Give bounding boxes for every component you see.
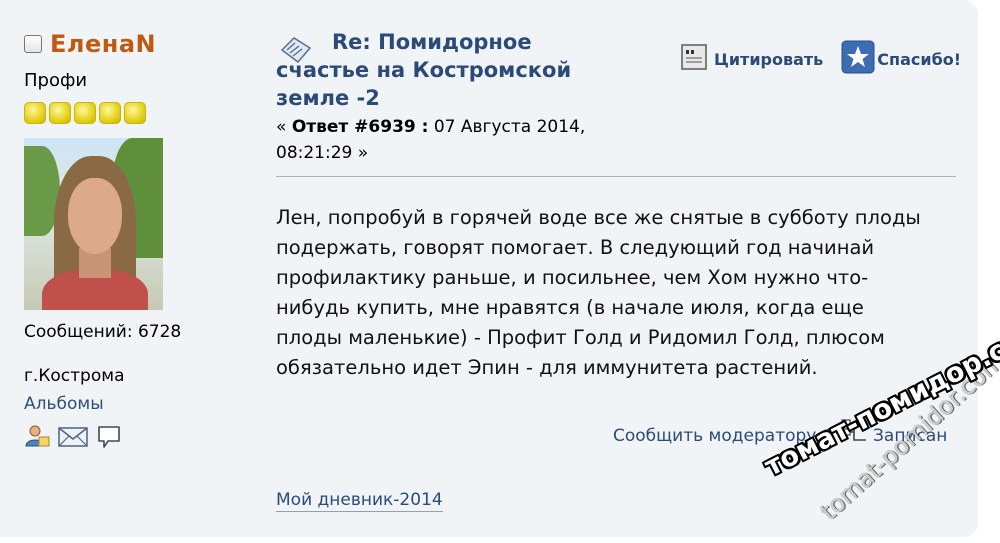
forum-post: ЕленаN Профи Сообщений: 6728 г.Кострома …: [0, 0, 978, 537]
post-subject-link[interactable]: Re: Помидорное счастье на Костромской зе…: [276, 28, 576, 112]
rank-star-icon: [74, 102, 96, 124]
quote-label: Цитировать: [714, 49, 824, 69]
username-link[interactable]: ЕленаN: [50, 30, 156, 58]
post-body: Лен, попробуй в горячей воде все же снят…: [276, 206, 921, 379]
avatar: [24, 138, 163, 310]
thanks-label: Спасибо!: [877, 49, 962, 69]
rank-stars: [24, 102, 254, 124]
email-icon[interactable]: [58, 424, 88, 448]
posts-count: Сообщений: 6728: [24, 322, 182, 342]
rank-star-icon: [99, 102, 121, 124]
star-icon: [841, 40, 875, 78]
reply-number: Ответ #6939 :: [291, 117, 429, 137]
user-location: г.Кострома: [24, 366, 125, 386]
username-row: ЕленаN: [24, 30, 254, 58]
post-actions: Цитировать Спасибо!: [680, 40, 961, 78]
poster-info: ЕленаN Профи Сообщений: 6728 г.Кострома …: [24, 30, 254, 448]
rank-star-icon: [124, 102, 146, 124]
profile-icons: [24, 424, 254, 448]
quote-button[interactable]: Цитировать: [680, 43, 823, 75]
rank-star-icon: [49, 102, 71, 124]
reply-prefix: «: [276, 117, 287, 137]
profile-icon[interactable]: [24, 424, 50, 448]
private-message-icon[interactable]: [96, 424, 122, 448]
signature-diary-link[interactable]: Мой дневник-2014: [276, 490, 443, 512]
select-post-checkbox[interactable]: [24, 35, 42, 53]
thanks-button[interactable]: Спасибо!: [841, 40, 961, 78]
quote-icon: [680, 43, 708, 75]
reply-info: « Ответ #6939 : 07 Августа 2014, 08:21:2…: [276, 114, 636, 166]
user-rank: Профи: [24, 70, 88, 91]
albums-link[interactable]: Альбомы: [24, 394, 254, 414]
rank-star-icon: [24, 102, 46, 124]
post-divider: [276, 176, 956, 177]
